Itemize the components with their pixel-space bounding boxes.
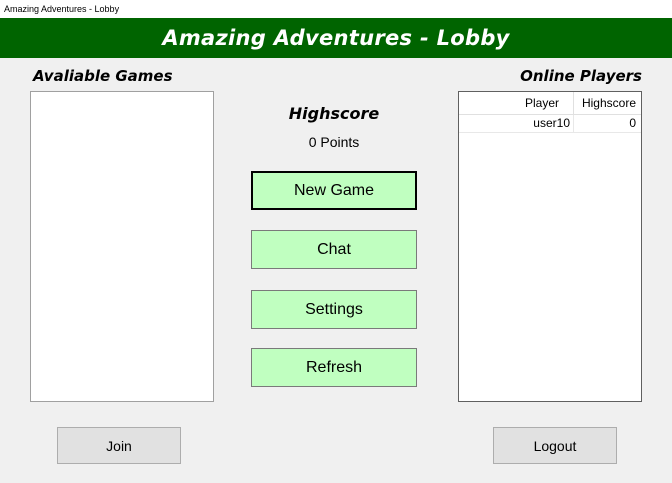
highscore-value: 0 Points: [308, 134, 360, 150]
table-header: Player Highscore: [459, 92, 641, 115]
column-header-player[interactable]: Player: [459, 92, 574, 114]
available-games-list[interactable]: [30, 91, 214, 402]
player-name-cell: user10: [459, 115, 574, 132]
available-games-label: Avaliable Games: [33, 67, 173, 85]
table-row[interactable]: user10 0: [459, 115, 641, 133]
chat-button[interactable]: Chat: [251, 230, 417, 269]
online-players-table[interactable]: Player Highscore user10 0: [458, 91, 642, 402]
join-button[interactable]: Join: [57, 427, 181, 464]
logout-button[interactable]: Logout: [493, 427, 617, 464]
window-title: Amazing Adventures - Lobby: [0, 0, 672, 18]
new-game-button[interactable]: New Game: [251, 171, 417, 210]
player-highscore-cell: 0: [629, 116, 636, 130]
highscore-title: Highscore: [288, 104, 380, 123]
refresh-button[interactable]: Refresh: [251, 348, 417, 387]
online-players-label: Online Players: [520, 67, 642, 85]
column-header-highscore[interactable]: Highscore: [574, 92, 641, 114]
settings-button[interactable]: Settings: [251, 290, 417, 329]
page-title: Amazing Adventures - Lobby: [0, 18, 672, 58]
